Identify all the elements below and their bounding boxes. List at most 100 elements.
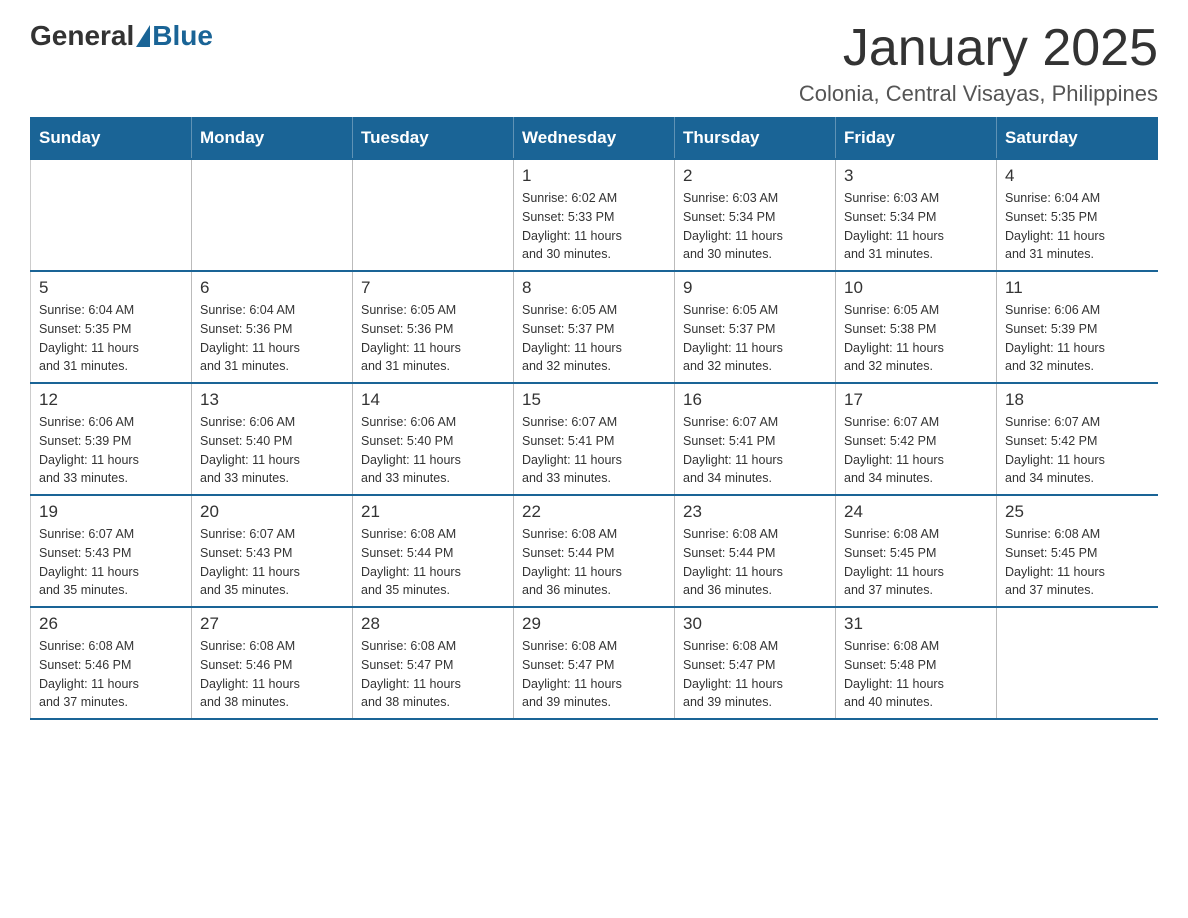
- calendar-day-1: 1 Sunrise: 6:02 AMSunset: 5:33 PMDaylight…: [514, 159, 675, 271]
- calendar-day-15: 15Sunrise: 6:07 AMSunset: 5:41 PMDayligh…: [514, 383, 675, 495]
- day-info: Sunrise: 6:04 AMSunset: 5:35 PMDaylight:…: [1005, 189, 1150, 264]
- calendar-day-19: 19 Sunrise: 6:07 AMSunset: 5:43 PMDayligh…: [31, 495, 192, 607]
- calendar-day-3: 3 Sunrise: 6:03 AMSunset: 5:34 PMDaylight…: [836, 159, 997, 271]
- day-info: Sunrise: 6:02 AMSunset: 5:33 PMDaylight:…: [522, 189, 666, 264]
- day-info: Sunrise: 6:07 AMSunset: 5:43 PMDaylight:…: [39, 525, 183, 600]
- day-info: Sunrise: 6:07 AMSunset: 5:41 PMDaylight:…: [683, 413, 827, 488]
- calendar-day-25: 25 Sunrise: 6:08 AMSunset: 5:45 PMDayligh…: [997, 495, 1158, 607]
- day-info: Sunrise: 6:08 AMSunset: 5:46 PMDaylight:…: [39, 637, 183, 712]
- day-number: 17: [844, 390, 988, 410]
- calendar-week-row: 12 Sunrise: 6:06 AMSunset: 5:39 PMDayligh…: [31, 383, 1158, 495]
- calendar-day-9: 9 Sunrise: 6:05 AMSunset: 5:37 PMDaylight…: [675, 271, 836, 383]
- calendar-day-28: 28 Sunrise: 6:08 AMSunset: 5:47 PMDayligh…: [353, 607, 514, 719]
- day-number: 31: [844, 614, 988, 634]
- calendar-table: SundayMondayTuesdayWednesdayThursdayFrid…: [30, 117, 1158, 720]
- day-info: Sunrise: 6:08 AMSunset: 5:45 PMDaylight:…: [844, 525, 988, 600]
- day-number: 1: [522, 166, 666, 186]
- day-number: 18: [1005, 390, 1150, 410]
- header-friday: Friday: [836, 118, 997, 160]
- day-number: 19: [39, 502, 183, 522]
- day-info: Sunrise: 6:08 AMSunset: 5:48 PMDaylight:…: [844, 637, 988, 712]
- calendar-week-row: 26 Sunrise: 6:08 AMSunset: 5:46 PMDayligh…: [31, 607, 1158, 719]
- calendar-day-4: 4 Sunrise: 6:04 AMSunset: 5:35 PMDaylight…: [997, 159, 1158, 271]
- day-number: 13: [200, 390, 344, 410]
- calendar-day-10: 10 Sunrise: 6:05 AMSunset: 5:38 PMDayligh…: [836, 271, 997, 383]
- calendar-empty-cell: [353, 159, 514, 271]
- day-info: Sunrise: 6:08 AMSunset: 5:46 PMDaylight:…: [200, 637, 344, 712]
- day-number: 23: [683, 502, 827, 522]
- day-number: 12: [39, 390, 183, 410]
- day-number: 9: [683, 278, 827, 298]
- title-section: January 2025 Colonia, Central Visayas, P…: [799, 20, 1158, 107]
- calendar-day-18: 18Sunrise: 6:07 AMSunset: 5:42 PMDayligh…: [997, 383, 1158, 495]
- calendar-week-row: 1 Sunrise: 6:02 AMSunset: 5:33 PMDaylight…: [31, 159, 1158, 271]
- calendar-day-11: 11Sunrise: 6:06 AMSunset: 5:39 PMDayligh…: [997, 271, 1158, 383]
- calendar-day-13: 13 Sunrise: 6:06 AMSunset: 5:40 PMDayligh…: [192, 383, 353, 495]
- day-number: 26: [39, 614, 183, 634]
- day-number: 3: [844, 166, 988, 186]
- day-info: Sunrise: 6:05 AMSunset: 5:36 PMDaylight:…: [361, 301, 505, 376]
- main-title: January 2025: [799, 20, 1158, 77]
- calendar-day-14: 14 Sunrise: 6:06 AMSunset: 5:40 PMDayligh…: [353, 383, 514, 495]
- day-number: 30: [683, 614, 827, 634]
- calendar-day-12: 12 Sunrise: 6:06 AMSunset: 5:39 PMDayligh…: [31, 383, 192, 495]
- calendar-day-17: 17 Sunrise: 6:07 AMSunset: 5:42 PMDayligh…: [836, 383, 997, 495]
- day-number: 28: [361, 614, 505, 634]
- day-info: Sunrise: 6:05 AMSunset: 5:37 PMDaylight:…: [683, 301, 827, 376]
- day-number: 14: [361, 390, 505, 410]
- logo: General Blue: [30, 20, 213, 52]
- calendar-day-22: 22Sunrise: 6:08 AMSunset: 5:44 PMDayligh…: [514, 495, 675, 607]
- calendar-week-row: 19 Sunrise: 6:07 AMSunset: 5:43 PMDayligh…: [31, 495, 1158, 607]
- day-number: 6: [200, 278, 344, 298]
- day-number: 24: [844, 502, 988, 522]
- day-info: Sunrise: 6:07 AMSunset: 5:42 PMDaylight:…: [844, 413, 988, 488]
- day-number: 2: [683, 166, 827, 186]
- day-info: Sunrise: 6:06 AMSunset: 5:40 PMDaylight:…: [200, 413, 344, 488]
- day-info: Sunrise: 6:03 AMSunset: 5:34 PMDaylight:…: [844, 189, 988, 264]
- header-monday: Monday: [192, 118, 353, 160]
- day-info: Sunrise: 6:05 AMSunset: 5:38 PMDaylight:…: [844, 301, 988, 376]
- day-info: Sunrise: 6:04 AMSunset: 5:36 PMDaylight:…: [200, 301, 344, 376]
- day-number: 10: [844, 278, 988, 298]
- day-info: Sunrise: 6:08 AMSunset: 5:44 PMDaylight:…: [522, 525, 666, 600]
- day-number: 7: [361, 278, 505, 298]
- calendar-day-7: 7 Sunrise: 6:05 AMSunset: 5:36 PMDaylight…: [353, 271, 514, 383]
- calendar-week-row: 5Sunrise: 6:04 AMSunset: 5:35 PMDaylight…: [31, 271, 1158, 383]
- header-tuesday: Tuesday: [353, 118, 514, 160]
- day-info: Sunrise: 6:05 AMSunset: 5:37 PMDaylight:…: [522, 301, 666, 376]
- day-info: Sunrise: 6:06 AMSunset: 5:39 PMDaylight:…: [39, 413, 183, 488]
- day-info: Sunrise: 6:08 AMSunset: 5:44 PMDaylight:…: [683, 525, 827, 600]
- day-number: 25: [1005, 502, 1150, 522]
- day-number: 16: [683, 390, 827, 410]
- day-info: Sunrise: 6:06 AMSunset: 5:40 PMDaylight:…: [361, 413, 505, 488]
- day-number: 29: [522, 614, 666, 634]
- day-info: Sunrise: 6:06 AMSunset: 5:39 PMDaylight:…: [1005, 301, 1150, 376]
- day-number: 8: [522, 278, 666, 298]
- calendar-day-29: 29Sunrise: 6:08 AMSunset: 5:47 PMDayligh…: [514, 607, 675, 719]
- calendar-day-8: 8 Sunrise: 6:05 AMSunset: 5:37 PMDaylight…: [514, 271, 675, 383]
- calendar-day-30: 30 Sunrise: 6:08 AMSunset: 5:47 PMDayligh…: [675, 607, 836, 719]
- day-number: 4: [1005, 166, 1150, 186]
- calendar-day-26: 26 Sunrise: 6:08 AMSunset: 5:46 PMDayligh…: [31, 607, 192, 719]
- day-number: 20: [200, 502, 344, 522]
- day-info: Sunrise: 6:08 AMSunset: 5:47 PMDaylight:…: [683, 637, 827, 712]
- day-info: Sunrise: 6:07 AMSunset: 5:43 PMDaylight:…: [200, 525, 344, 600]
- calendar-day-6: 6 Sunrise: 6:04 AMSunset: 5:36 PMDaylight…: [192, 271, 353, 383]
- day-info: Sunrise: 6:08 AMSunset: 5:47 PMDaylight:…: [361, 637, 505, 712]
- calendar-day-24: 24 Sunrise: 6:08 AMSunset: 5:45 PMDayligh…: [836, 495, 997, 607]
- logo-triangle-icon: [136, 25, 150, 47]
- day-info: Sunrise: 6:08 AMSunset: 5:45 PMDaylight:…: [1005, 525, 1150, 600]
- day-number: 21: [361, 502, 505, 522]
- calendar-day-5: 5Sunrise: 6:04 AMSunset: 5:35 PMDaylight…: [31, 271, 192, 383]
- header-wednesday: Wednesday: [514, 118, 675, 160]
- logo-general: General: [30, 20, 134, 52]
- page-header: General Blue January 2025 Colonia, Centr…: [30, 20, 1158, 107]
- calendar-header-row: SundayMondayTuesdayWednesdayThursdayFrid…: [31, 118, 1158, 160]
- day-info: Sunrise: 6:08 AMSunset: 5:44 PMDaylight:…: [361, 525, 505, 600]
- calendar-empty-cell: [31, 159, 192, 271]
- day-number: 27: [200, 614, 344, 634]
- header-thursday: Thursday: [675, 118, 836, 160]
- header-saturday: Saturday: [997, 118, 1158, 160]
- calendar-day-16: 16 Sunrise: 6:07 AMSunset: 5:41 PMDayligh…: [675, 383, 836, 495]
- calendar-empty-cell: [997, 607, 1158, 719]
